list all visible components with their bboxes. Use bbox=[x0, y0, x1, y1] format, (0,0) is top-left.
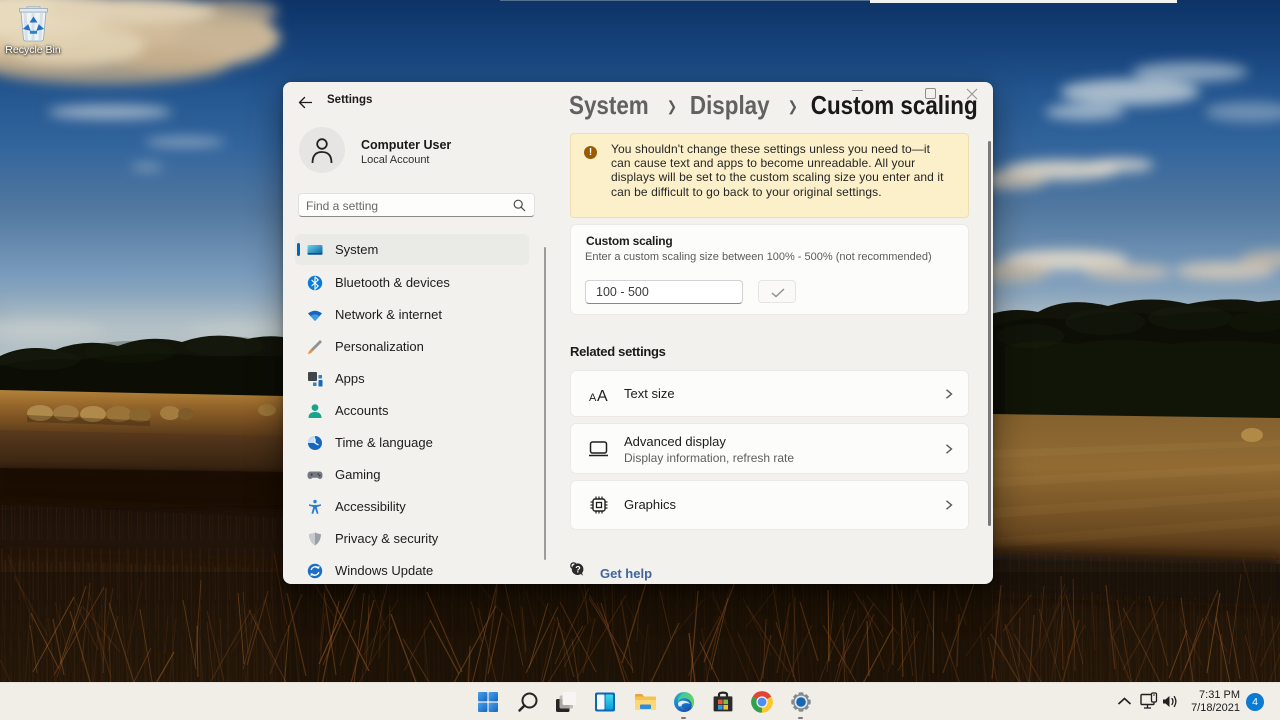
svg-text:A: A bbox=[597, 388, 608, 403]
svg-text:A: A bbox=[589, 392, 597, 403]
svg-text:?: ? bbox=[575, 565, 581, 575]
